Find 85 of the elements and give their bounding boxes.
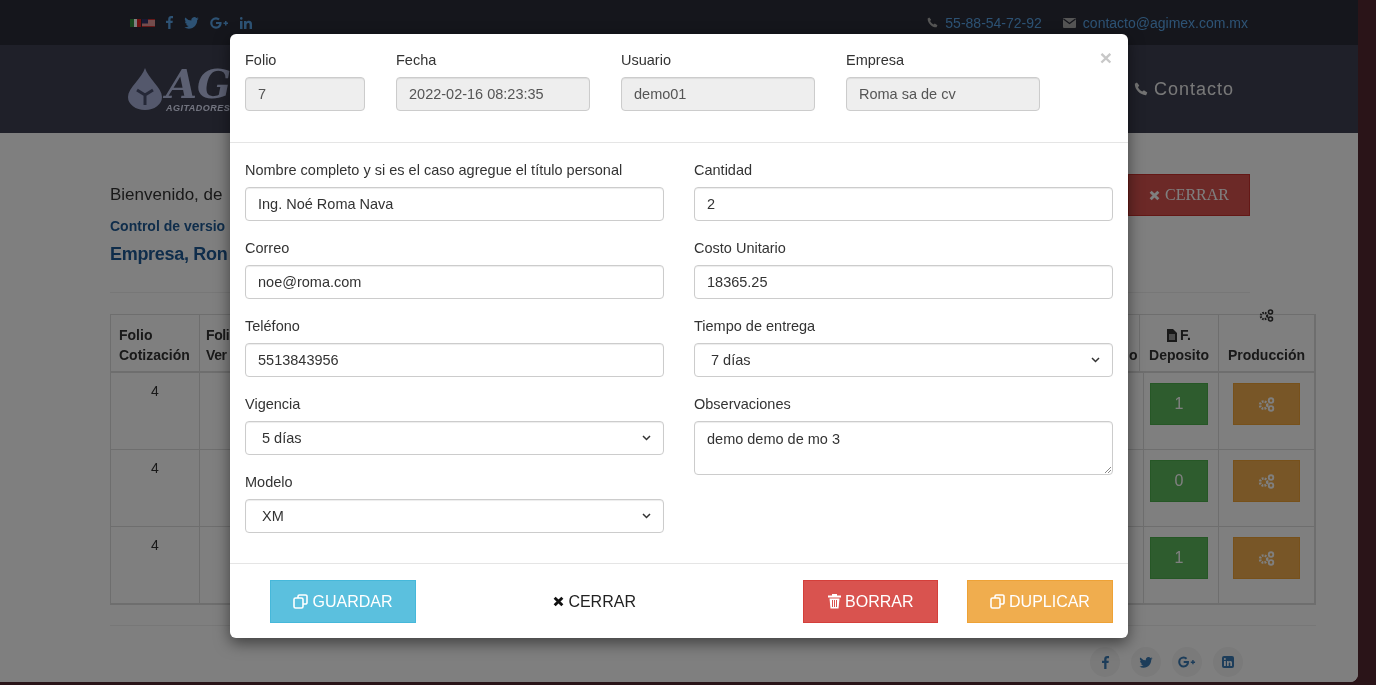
field-label: Cantidad bbox=[694, 162, 754, 178]
cancel-button[interactable]: CERRAR bbox=[544, 580, 645, 623]
select-field[interactable]: 7 días bbox=[694, 343, 1113, 377]
google-plus-icon bbox=[1178, 656, 1196, 668]
readonly-field: 7 bbox=[245, 77, 365, 111]
text-area[interactable]: demo demo de mo 3 bbox=[694, 421, 1113, 475]
field-label: Modelo bbox=[245, 474, 294, 490]
close-button[interactable]: CERRAR bbox=[1128, 174, 1250, 216]
twitter-icon[interactable] bbox=[184, 16, 199, 29]
table-cell: 4 bbox=[111, 373, 200, 450]
close-icon bbox=[1149, 189, 1160, 201]
copy-icon bbox=[293, 594, 309, 609]
chevron-down-icon bbox=[642, 513, 651, 519]
input-field[interactable]: 18365.25 bbox=[694, 265, 1113, 299]
input-field[interactable]: 2 bbox=[694, 187, 1113, 221]
select-value: XM bbox=[262, 508, 284, 524]
readonly-field: 2022-02-16 08:23:35 bbox=[396, 77, 590, 111]
field-label: Correo bbox=[245, 240, 291, 256]
production-button[interactable] bbox=[1233, 460, 1300, 502]
google-plus-icon[interactable] bbox=[210, 16, 229, 29]
email-link[interactable]: contacto@agimex.com.mx bbox=[1082, 14, 1248, 31]
social-button[interactable] bbox=[1131, 647, 1161, 677]
table-cell: 4 bbox=[111, 450, 200, 527]
linkedin-icon[interactable] bbox=[240, 16, 252, 29]
column-header: Folio Cotización bbox=[111, 315, 200, 373]
input-field[interactable]: noe@roma.com bbox=[245, 265, 664, 299]
chevron-down-icon bbox=[642, 435, 651, 441]
column-header: F. Deposito bbox=[1140, 315, 1219, 373]
phone-icon bbox=[1133, 82, 1148, 96]
select-value: 5 días bbox=[262, 430, 302, 446]
readonly-field: Roma sa de cv bbox=[846, 77, 1040, 111]
field-label: Teléfono bbox=[245, 318, 301, 334]
input-field[interactable]: 5513843956 bbox=[245, 343, 664, 377]
field-label: Fecha bbox=[396, 52, 438, 68]
field-label: Tiempo de entrega bbox=[694, 318, 817, 334]
production-button[interactable] bbox=[1233, 383, 1300, 425]
deposit-button[interactable]: 1 bbox=[1150, 383, 1208, 425]
select-field[interactable]: XM bbox=[245, 499, 664, 533]
production-button[interactable] bbox=[1233, 537, 1300, 579]
gears-icon bbox=[1259, 309, 1274, 322]
phone-icon bbox=[927, 17, 939, 28]
usa-flag-icon[interactable] bbox=[142, 18, 155, 27]
company-heading: Empresa, Ron bbox=[110, 244, 228, 265]
readonly-field: demo01 bbox=[621, 77, 815, 111]
column-header: Producción bbox=[1219, 315, 1315, 373]
table-cell: 4 bbox=[111, 527, 200, 604]
input-field[interactable]: Ing. Noé Roma Nava bbox=[245, 187, 664, 221]
deposit-button[interactable]: 0 bbox=[1150, 460, 1208, 502]
select-field[interactable]: 5 días bbox=[245, 421, 664, 455]
field-label: Folio bbox=[245, 52, 278, 68]
greeting-text: Bienvenido, de bbox=[110, 185, 223, 205]
field-label: Vigencia bbox=[245, 396, 302, 412]
close-icon bbox=[553, 596, 565, 607]
facebook-icon bbox=[1101, 655, 1109, 669]
social-button[interactable] bbox=[1172, 647, 1202, 677]
field-label: Costo Unitario bbox=[694, 240, 787, 256]
field-label: Nombre completo y si es el caso agregue el título personal bbox=[245, 162, 624, 178]
document-icon bbox=[1167, 328, 1178, 342]
chevron-down-icon bbox=[1091, 357, 1100, 363]
facebook-icon[interactable] bbox=[166, 16, 173, 29]
action-button[interactable]: GUARDAR bbox=[270, 580, 416, 623]
field-label: Empresa bbox=[846, 52, 906, 68]
select-value: 7 días bbox=[711, 352, 751, 368]
text-area-value: demo demo de mo 3 bbox=[707, 431, 840, 447]
gears-icon bbox=[1258, 550, 1275, 566]
nav-link[interactable]: Contacto bbox=[1133, 78, 1234, 100]
logo-subtitle: AGITADORES bbox=[166, 102, 232, 114]
mexico-flag-icon[interactable] bbox=[130, 18, 141, 27]
social-button[interactable] bbox=[1213, 647, 1243, 677]
trash-icon bbox=[828, 594, 842, 609]
version-link[interactable]: Control de versio bbox=[110, 218, 226, 234]
envelope-icon bbox=[1062, 17, 1076, 28]
action-button[interactable]: BORRAR bbox=[803, 580, 939, 623]
linkedin-icon bbox=[1222, 656, 1234, 668]
social-button[interactable] bbox=[1090, 647, 1120, 677]
copy-icon bbox=[990, 594, 1005, 609]
twitter-icon bbox=[1139, 656, 1153, 668]
deposit-button[interactable]: 1 bbox=[1150, 537, 1208, 579]
gears-icon bbox=[1258, 473, 1275, 489]
field-label: Observaciones bbox=[694, 396, 792, 412]
resize-handle-icon[interactable] bbox=[1104, 466, 1111, 473]
gears-icon bbox=[1258, 396, 1275, 412]
drop-logo-icon bbox=[128, 68, 162, 110]
phone-link[interactable]: 55-88-54-72-92 bbox=[945, 14, 1042, 31]
field-label: Usuario bbox=[621, 52, 672, 68]
